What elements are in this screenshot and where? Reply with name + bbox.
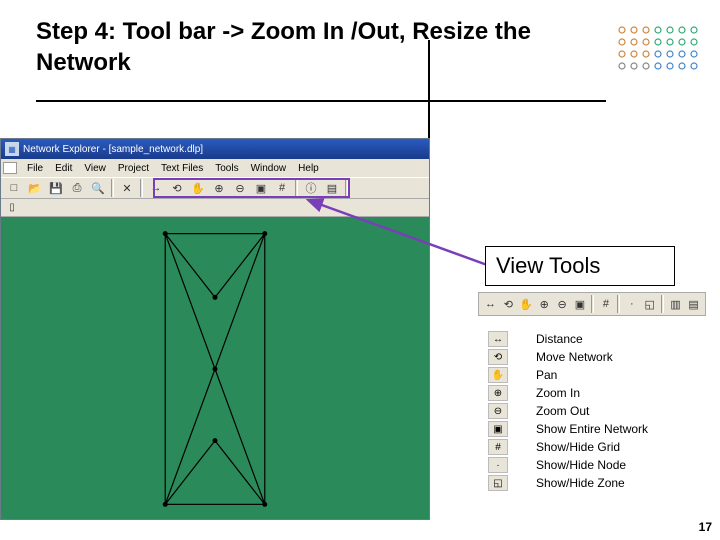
vt-fit-button[interactable]: ▣ [572,295,589,313]
list-item: ⊖ Zoom Out [488,402,648,420]
toolbar-sep [591,295,594,313]
delete-button[interactable]: ✕ [117,179,137,197]
list-item: · Show/Hide Node [488,456,648,474]
list-label: Show/Hide Zone [536,476,625,490]
vt-zone-button[interactable]: ◱ [641,295,658,313]
main-toolbar: □ 📂 💾 ⎙ 🔍 ✕ ↔ ⟲ ✋ ⊕ ⊖ ▣ # ⓘ ▤ [1,177,429,199]
menu-help[interactable]: Help [292,163,325,174]
app-icon: ▦ [5,142,19,156]
menu-window[interactable]: Window [245,163,293,174]
open-button[interactable]: 📂 [25,179,45,197]
vt-grid-button[interactable]: # [597,295,614,313]
menu-project[interactable]: Project [112,163,155,174]
vt-zoomout-button[interactable]: ⊖ [554,295,571,313]
toolbar-sep [140,179,143,197]
list-item: ⟲ Move Network [488,348,648,366]
list-item: ⊕ Zoom In [488,384,648,402]
toolbar-sep [295,179,298,197]
vt-distance-button[interactable]: ↔ [482,295,499,313]
menubar: File Edit View Project Text Files Tools … [1,159,429,177]
list-label: Move Network [536,350,613,364]
list-item: ✋ Pan [488,366,648,384]
toolbar-sep [617,295,620,313]
list-label: Show Entire Network [536,422,648,436]
view-tools-header: View Tools [485,246,675,286]
sub-toolbar: ▯ [1,199,429,217]
list-label: Show/Hide Grid [536,440,620,454]
print-button[interactable]: ⎙ [67,179,87,197]
fit-icon: ▣ [488,421,508,437]
titlebar: ▦ Network Explorer - [sample_network.dlp… [1,139,429,159]
zone-icon: ◱ [488,475,508,491]
list-item: ▣ Show Entire Network [488,420,648,438]
list-label: Pan [536,368,557,382]
toolbar-sep [345,179,348,197]
vt-extra2-button[interactable]: ▤ [685,295,702,313]
toolbar-sep [111,179,114,197]
view-tools-list: ↔ Distance ⟲ Move Network ✋ Pan ⊕ Zoom In ⊖ Z… [488,330,648,492]
network-canvas[interactable] [1,217,429,519]
list-item: ◱ Show/Hide Zone [488,474,648,492]
node-icon: · [488,457,508,473]
view-tools-toolbar: ↔ ⟲ ✋ ⊕ ⊖ ▣ # · ◱ ▥ ▤ [478,292,706,316]
distance-icon: ↔ [488,331,508,347]
list-label: Show/Hide Node [536,458,626,472]
slide-title: Step 4: Tool bar -> Zoom In /Out, Resize… [36,16,606,102]
vt-move-button[interactable]: ⟲ [500,295,517,313]
zoomin-icon: ⊕ [488,385,508,401]
toolbar-sep [661,295,664,313]
vt-pan-button[interactable]: ✋ [518,295,535,313]
list-item: # Show/Hide Grid [488,438,648,456]
grid-icon: # [488,439,508,455]
new-button[interactable]: □ [4,179,24,197]
distance-button[interactable]: ↔ [146,179,166,197]
window-title: Network Explorer - [sample_network.dlp] [23,144,203,155]
page-number: 17 [699,520,712,534]
decorative-dots [612,20,702,80]
save-button[interactable]: 💾 [46,179,66,197]
menu-edit[interactable]: Edit [49,163,78,174]
list-label: Zoom In [536,386,580,400]
vt-zoomin-button[interactable]: ⊕ [536,295,553,313]
preview-button[interactable]: 🔍 [88,179,108,197]
zoomout-button[interactable]: ⊖ [230,179,250,197]
pan-button[interactable]: ✋ [188,179,208,197]
list-item: ↔ Distance [488,330,648,348]
menu-view[interactable]: View [78,163,112,174]
zoomout-icon: ⊖ [488,403,508,419]
move-icon: ⟲ [488,349,508,365]
vt-extra1-button[interactable]: ▥ [667,295,684,313]
pan-icon: ✋ [488,367,508,383]
doc-icon [3,162,17,174]
list-label: Zoom Out [536,404,589,418]
app-window: ▦ Network Explorer - [sample_network.dlp… [0,138,430,520]
fit-button[interactable]: ▣ [251,179,271,197]
vt-node-button[interactable]: · [623,295,640,313]
subbar-button[interactable]: ▯ [4,201,20,215]
list-label: Distance [536,332,583,346]
zoomin-button[interactable]: ⊕ [209,179,229,197]
menu-file[interactable]: File [21,163,49,174]
menu-textfiles[interactable]: Text Files [155,163,209,174]
layers-button[interactable]: ▤ [322,179,342,197]
info-button[interactable]: ⓘ [301,179,321,197]
menu-tools[interactable]: Tools [209,163,244,174]
grid-button[interactable]: # [272,179,292,197]
move-button[interactable]: ⟲ [167,179,187,197]
